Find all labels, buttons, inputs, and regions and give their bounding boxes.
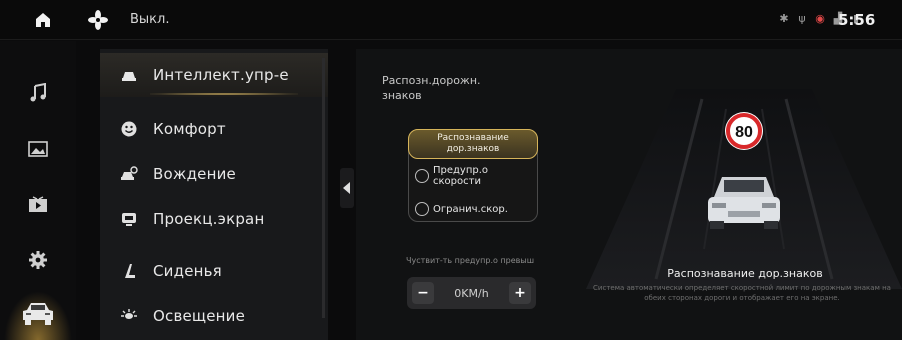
speed-offset-stepper: − 0KM/h + (407, 277, 536, 309)
menu-item-label: Интеллект.упр-е (153, 66, 289, 84)
app-rail (0, 41, 76, 340)
usb-icon: ψ (798, 12, 806, 25)
description-text: Система автоматически определяет скорост… (593, 284, 891, 302)
menu-item-intellect[interactable]: Интеллект.упр-е (100, 53, 328, 97)
menu-item-label: Вождение (153, 165, 236, 183)
music-icon (30, 83, 46, 102)
smile-icon (121, 121, 137, 137)
menu-item-label: Комфорт (153, 120, 226, 138)
screen-icon (122, 213, 136, 226)
radio-button[interactable] (415, 169, 429, 183)
menu-item-seats[interactable]: Сиденья (100, 249, 328, 293)
menu-scrollbar[interactable] (322, 58, 325, 318)
seat-steer-icon (122, 72, 136, 81)
radio-label: Предупр.о скорости (433, 165, 488, 187)
description-title: Распознавание дор.знаков (667, 267, 823, 280)
chevron-left-icon (343, 182, 350, 194)
status-bar: Выкл. ✱ ψ ◉ ▟ ▮ 5:56 (0, 0, 902, 40)
record-icon: ◉ (815, 12, 825, 25)
home-icon[interactable] (34, 11, 52, 29)
sensitivity-label: Чуствит-ть предупр.о превыш (406, 256, 535, 265)
radio-button[interactable] (415, 202, 429, 216)
light-icon (121, 309, 137, 319)
gallery-icon (28, 141, 48, 157)
gear-icon (29, 251, 47, 269)
bluetooth-icon: ✱ (779, 12, 789, 25)
menu-item-label: Сиденья (153, 262, 222, 280)
option-speed-limit[interactable]: Огранич.скор. (415, 202, 508, 216)
menu-item-projection[interactable]: Проекц.экран (100, 197, 328, 241)
clock: 5:56 (838, 11, 876, 29)
content-panel: Распозн.дорожн. знаков Распознавание дор… (356, 49, 902, 340)
increase-button[interactable]: + (509, 282, 531, 304)
rail-item-car[interactable] (20, 297, 56, 329)
decrease-button[interactable]: − (412, 282, 434, 304)
menu-item-driving[interactable]: Вождение (100, 152, 328, 196)
seat-icon (125, 264, 135, 278)
option-speed-warning[interactable]: Предупр.о скорости (415, 165, 488, 187)
settings-menu: Интеллект.упр-е Комфорт Вождение Проекц.… (100, 49, 328, 340)
section-title-line1: Распозн.дорожн. (382, 74, 481, 87)
rail-item-settings[interactable] (24, 246, 52, 274)
video-icon (29, 196, 47, 212)
fan-icon[interactable] (88, 10, 108, 30)
section-title-line2: знаков (382, 89, 422, 102)
car-icon (23, 303, 53, 325)
speed-sign-icon: 80 (725, 112, 763, 150)
sign-recognition-options: Распознавание дор.знаков Предупр.о скоро… (408, 129, 538, 222)
menu-item-label: Освещение (153, 307, 246, 325)
menu-item-lighting[interactable]: Освещение (100, 294, 328, 338)
stepper-value: 0KM/h (454, 286, 489, 300)
menu-item-comfort[interactable]: Комфорт (100, 107, 328, 151)
radio-label: Огранич.скор. (433, 203, 508, 215)
car-steer-icon (121, 166, 138, 180)
toggle-label-line2: дор.знаков (446, 144, 500, 154)
rail-item-video[interactable] (24, 191, 52, 219)
radio-label-line1: Предупр.о (433, 165, 489, 176)
collapse-handle[interactable] (340, 168, 354, 208)
menu-item-label: Проекц.экран (153, 210, 265, 228)
radio-label-line2: скорости (433, 176, 481, 187)
toggle-label-line1: Распознавание (437, 133, 509, 143)
speed-sign-value: 80 (735, 124, 753, 141)
rail-item-gallery[interactable] (24, 135, 52, 163)
rail-item-music[interactable] (24, 79, 52, 107)
section-title: Распозн.дорожн. знаков (382, 73, 582, 103)
fan-status-label[interactable]: Выкл. (130, 12, 169, 27)
sign-recognition-toggle[interactable]: Распознавание дор.знаков (408, 129, 538, 159)
